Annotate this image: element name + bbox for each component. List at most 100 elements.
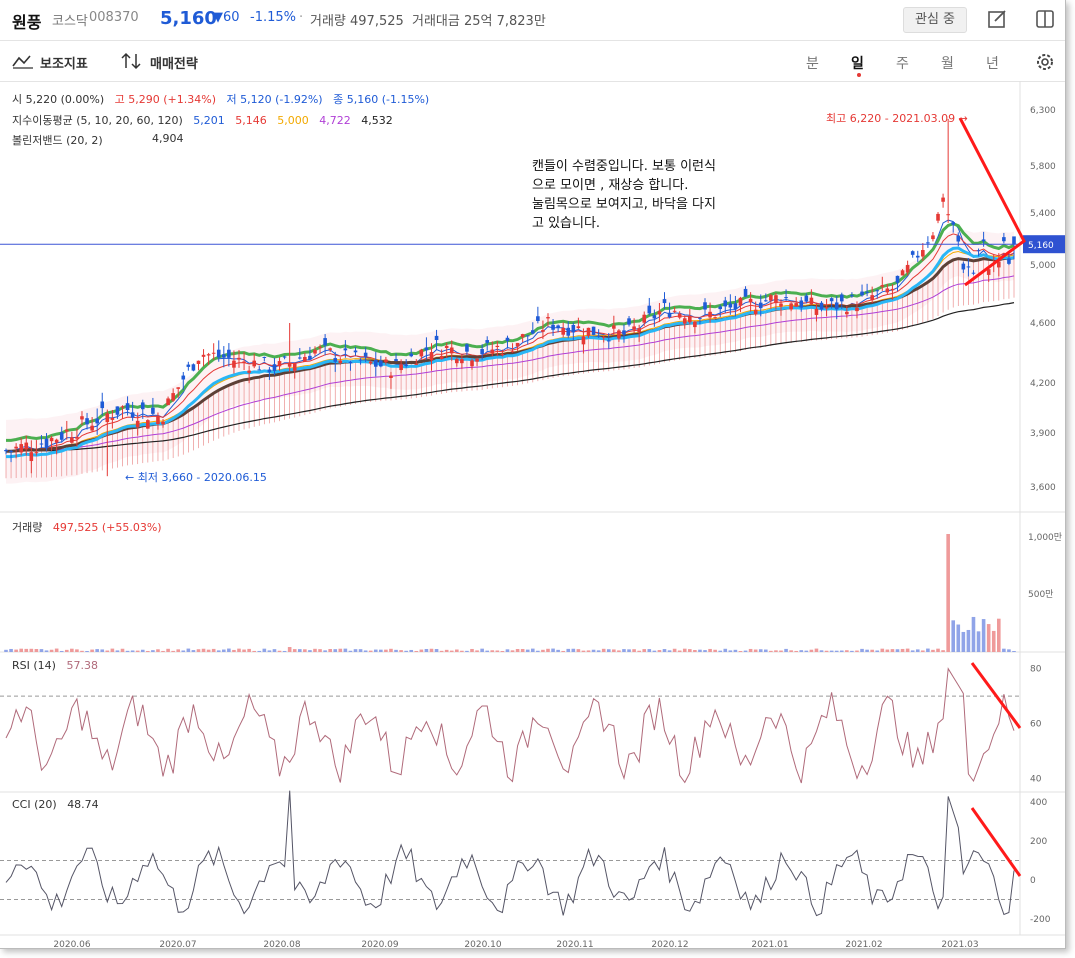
volume-bar — [130, 650, 135, 652]
volume-bar — [389, 648, 393, 652]
candle-body — [323, 338, 327, 346]
volume-bar — [627, 649, 631, 652]
volume-bar — [936, 648, 940, 652]
candle-body — [976, 250, 981, 252]
volume-bar — [44, 650, 49, 652]
indicators-button[interactable]: 보조지표 — [40, 53, 88, 72]
candle-body — [34, 452, 39, 454]
close-value: 종 5,160 (-1.15%) — [333, 93, 430, 106]
volume-bar — [151, 650, 155, 652]
favorite-button[interactable]: 관심 중 — [903, 7, 967, 33]
period-week-tab[interactable]: 주 — [896, 53, 909, 73]
candle-body — [465, 344, 469, 352]
volume-bar — [606, 649, 611, 652]
high-annotation: 최고 6,220 - 2021.03.09 → — [826, 112, 968, 125]
volume-bar — [272, 649, 277, 652]
cci-tick-label: -200 — [1030, 915, 1051, 925]
volume-bar — [819, 650, 824, 652]
candle-body — [536, 316, 540, 322]
volume-bar — [991, 630, 996, 652]
candle-body — [171, 393, 175, 401]
candle-body — [24, 442, 29, 450]
volume-bar — [850, 650, 854, 652]
volume-bar — [19, 648, 23, 652]
rsi-trendline — [970, 662, 1022, 729]
candle-body — [834, 302, 839, 310]
candle-body — [348, 361, 353, 364]
candle-body — [769, 295, 773, 301]
candle-body — [166, 398, 170, 406]
ma20-value: 5,000 — [277, 114, 309, 127]
volume-bar — [394, 649, 398, 652]
volume-bar — [277, 650, 282, 652]
candle-body — [409, 353, 414, 357]
volume-bar — [328, 648, 332, 652]
edit-icon[interactable] — [986, 8, 1008, 30]
candle-body — [622, 330, 626, 335]
candle-body — [829, 298, 834, 302]
volume-text: 거래량 497,525 — [310, 14, 404, 29]
candle-body — [110, 417, 115, 420]
candle-body — [946, 214, 950, 216]
x-tick-label: 2020.07 — [159, 940, 196, 948]
volume-bar — [115, 650, 120, 652]
volume-bar — [64, 649, 69, 652]
market-label: 코스닥 — [52, 14, 88, 29]
candle-body — [870, 295, 874, 301]
volume-bar — [921, 650, 925, 652]
volume-bar — [125, 650, 130, 652]
candle-body — [272, 364, 277, 371]
volume-bar — [637, 650, 641, 652]
candle-body — [758, 302, 763, 309]
volume-bar — [490, 650, 495, 652]
period-month-tab[interactable]: 월 — [941, 53, 954, 73]
candle-body — [343, 348, 348, 351]
candle-body — [429, 352, 434, 361]
candle-body — [156, 415, 160, 424]
volume-bar — [176, 649, 181, 652]
volume-bar — [693, 650, 697, 652]
candle-body — [1002, 237, 1006, 242]
candle-body — [956, 235, 961, 242]
candle-body — [282, 356, 287, 358]
volume-bar — [576, 649, 581, 652]
candle-body — [80, 416, 84, 420]
volume-bar — [455, 649, 459, 652]
candle-body — [313, 349, 317, 354]
volume-bar — [282, 650, 287, 652]
volume-bar — [525, 649, 530, 652]
candle-body — [237, 357, 241, 360]
period-year-tab[interactable]: 년 — [986, 53, 999, 73]
volume-bar — [343, 648, 348, 652]
volume-bar — [1007, 649, 1011, 652]
volume-bar — [287, 647, 292, 652]
candle-body — [120, 406, 125, 408]
volume-bar — [34, 649, 39, 652]
strategy-button[interactable]: 매매전략 — [150, 53, 198, 72]
volume-bar — [510, 650, 515, 652]
volume-bar — [860, 648, 864, 652]
volume-bar — [769, 650, 773, 652]
x-tick-label: 2020.09 — [361, 940, 398, 948]
volume-bar — [434, 649, 439, 652]
volume-bar — [171, 650, 175, 652]
period-minute-tab[interactable]: 분 — [806, 53, 819, 73]
candle-body — [54, 439, 59, 443]
volume-bar — [870, 649, 874, 652]
volume-bar — [556, 649, 560, 652]
candle-body — [677, 313, 682, 318]
volume-bar — [120, 648, 125, 652]
bb-legend: 볼린저밴드 (20, 2) 4,904 — [12, 132, 184, 148]
volume-bar — [839, 650, 844, 652]
candle-body — [779, 303, 783, 307]
chart-window: 원풍 코스닥 008370 5,160 ▼60 -1.15% · 거래량 497… — [0, 0, 1066, 949]
candle-body — [257, 369, 262, 371]
candle-body — [247, 370, 251, 373]
candle-body — [368, 361, 373, 364]
volume-bar — [885, 649, 890, 652]
period-day-tab[interactable]: 일 — [851, 53, 864, 73]
panel-toggle-icon[interactable] — [1034, 8, 1056, 30]
candle-body — [819, 302, 824, 310]
price-tick-label: 4,600 — [1030, 319, 1056, 329]
settings-gear-icon[interactable] — [1034, 51, 1056, 73]
